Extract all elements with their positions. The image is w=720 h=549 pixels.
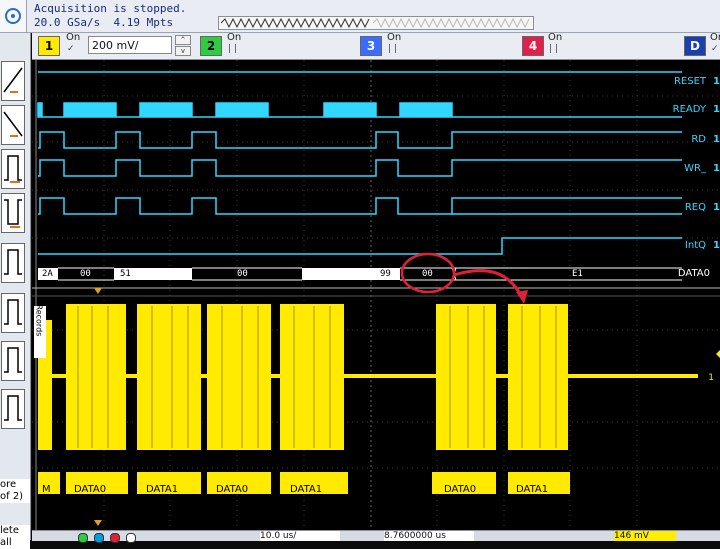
more-label: ore of 2): [0, 479, 24, 502]
highlight-arrow: [453, 269, 524, 299]
falling-edge-icon[interactable]: [1, 105, 25, 145]
bottom-bar: 10.0 us/ 8.7600000 us 146 mV: [32, 530, 720, 543]
bus-value: 51: [195, 269, 206, 279]
decode-label: DATA1: [146, 484, 179, 495]
bus-value: 2A: [42, 269, 53, 279]
status-bar: Acquisition is stopped. 20.0 GSa/s 4.19 …: [0, 0, 720, 33]
records-label: Records: [34, 304, 44, 337]
acquisition-rate: 20.0 GSa/s 4.19 Mpts: [34, 16, 173, 30]
signal-label-rd: RD: [691, 134, 706, 145]
channel-1-button[interactable]: 1: [38, 36, 60, 56]
channel-4-on-label: On: [548, 32, 563, 43]
signal-marker-rd: 1: [713, 134, 720, 145]
channel-bar: 1 On ✓ 200 mV/ ^ v 2 On | | 3 On | | 4 O…: [32, 32, 720, 60]
bus-value: 2D: [289, 269, 300, 279]
channel-1-on-label: On: [66, 32, 81, 43]
channel-3-on-label: On: [387, 32, 402, 43]
digital-channels-button[interactable]: D: [684, 36, 706, 56]
signal-label-wr: WR_: [684, 163, 706, 174]
signal-label-req: REQ: [684, 202, 706, 213]
memory-bar[interactable]: [218, 16, 534, 30]
waveform-svg: [32, 60, 720, 530]
decode-label: DATA0: [216, 484, 249, 495]
positive-pulse-icon[interactable]: [1, 149, 25, 189]
scope-logo-icon[interactable]: [0, 0, 27, 32]
delete-all-label: lete all: [0, 525, 20, 548]
digital-traces: [37, 71, 682, 255]
highlight-arrowhead: [516, 290, 528, 304]
decode-label: DATA0: [444, 484, 477, 495]
rising-edge-icon[interactable]: [1, 61, 25, 101]
channel-1-scale-field[interactable]: 200 mV/: [88, 36, 172, 54]
pulse-range-icon[interactable]: [1, 389, 25, 429]
bus-value: 51: [120, 269, 131, 279]
bus-value: 00: [422, 269, 433, 279]
channel-4-toggle-icon[interactable]: | |: [549, 44, 558, 54]
signal-label-ready: READY: [672, 104, 706, 115]
check-icon: ✓: [67, 44, 75, 54]
memory-depth: 4.19 Mpts: [113, 16, 174, 29]
signal-marker-reset: 1: [713, 76, 720, 87]
auto-indicator-icon[interactable]: [126, 533, 136, 543]
channel-2-on-label: On: [227, 32, 242, 43]
left-toolbar: ore of 2) lete all: [0, 33, 31, 549]
run-indicator-icon[interactable]: [78, 533, 88, 543]
bus-value: E1: [572, 269, 583, 279]
decode-label: M: [42, 484, 51, 495]
channel-4-button[interactable]: 4: [522, 36, 544, 56]
bus-label: DATA0: [677, 268, 710, 279]
bus-value: 00: [80, 269, 91, 279]
pulse-greater-icon[interactable]: [1, 293, 25, 333]
pulse-less-icon[interactable]: [1, 341, 25, 381]
digital-check-icon: ✓: [711, 44, 719, 54]
decode-label: DATA1: [290, 484, 323, 495]
channel-2-toggle-icon[interactable]: | |: [228, 44, 237, 54]
scale-down-icon[interactable]: v: [175, 46, 191, 56]
acquisition-status: Acquisition is stopped.: [34, 2, 187, 15]
channel-3-button[interactable]: 3: [360, 36, 382, 56]
more-button[interactable]: ore of 2): [0, 479, 30, 503]
sample-rate: 20.0 GSa/s: [34, 16, 101, 29]
bus-value: 99: [380, 269, 391, 279]
decode-label: DATA0: [74, 484, 107, 495]
waveform-display[interactable]: RESET 1 READY 1 RD 1 WR_ 1 REQ 1 IntQ 1 …: [32, 60, 720, 530]
signal-label-intq: IntQ: [684, 240, 706, 251]
delete-all-button[interactable]: lete all: [0, 525, 30, 549]
channel-3-toggle-icon[interactable]: | |: [388, 44, 397, 54]
signal-marker-ready: 1: [713, 104, 720, 115]
scale-up-icon[interactable]: ^: [175, 35, 191, 45]
analog-trace: [38, 304, 698, 450]
stop-indicator-icon[interactable]: [110, 533, 120, 543]
bus-value: 00: [237, 269, 248, 279]
signal-marker-intq: 1: [713, 240, 720, 251]
channel-2-button[interactable]: 2: [200, 36, 222, 56]
signal-marker-req: 1: [713, 202, 720, 213]
digital-on-label: On: [710, 32, 720, 43]
bus-trace: [38, 267, 682, 281]
negative-pulse-icon[interactable]: [1, 193, 25, 233]
signal-label-reset: RESET: [673, 76, 706, 87]
decode-label: DATA1: [516, 484, 549, 495]
signal-marker-wr: 1: [713, 163, 720, 174]
pulse-width-icon[interactable]: [1, 243, 25, 283]
channel-1-ground-marker[interactable]: 1: [708, 373, 714, 383]
single-indicator-icon[interactable]: [94, 533, 104, 543]
